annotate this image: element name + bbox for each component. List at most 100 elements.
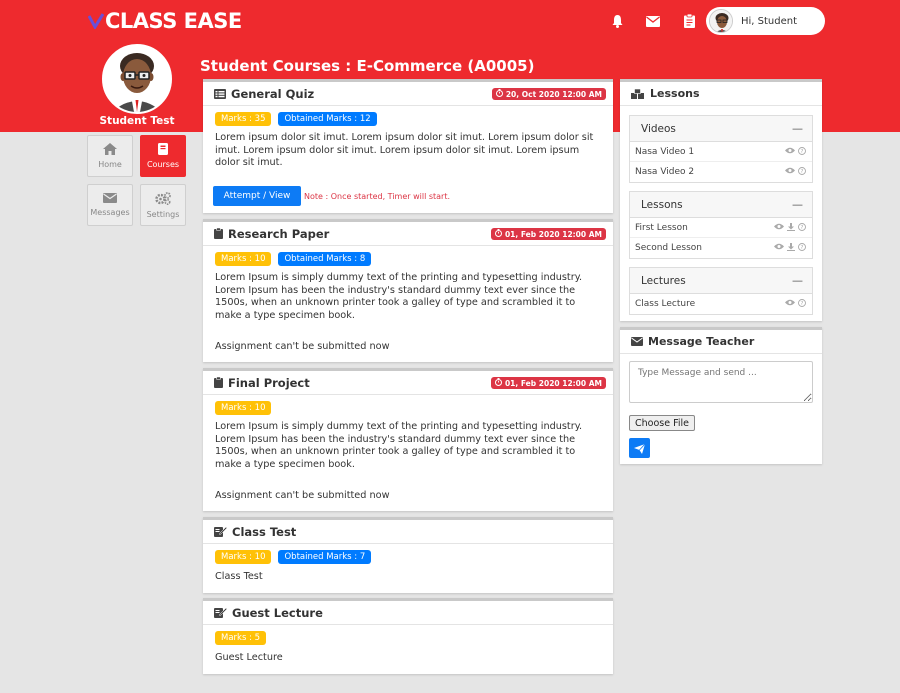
card-header: Final Project 01, Feb 2020 12:00 AM (203, 371, 613, 395)
course-description: Lorem ipsum dolor sit imut. Lorem ipsum … (215, 132, 594, 169)
home-icon (103, 143, 117, 157)
help-icon[interactable]: ? (798, 147, 806, 158)
collapse-icon[interactable]: — (792, 274, 803, 287)
brand-logo[interactable]: CLASS EASE (88, 9, 242, 33)
course-description: Guest Lecture (215, 652, 283, 663)
svg-text:?: ? (801, 225, 804, 231)
course-card-final-project: Final Project 01, Feb 2020 12:00 AM Mark… (203, 368, 613, 511)
clipboard-icon (214, 228, 223, 239)
clipboard-icon[interactable] (680, 12, 698, 30)
collapse-icon[interactable]: — (792, 198, 803, 211)
item-title: Nasa Video 1 (635, 146, 695, 157)
due-date-badge: 01, Feb 2020 12:00 AM (490, 377, 606, 389)
stopwatch-icon (495, 89, 503, 99)
help-icon[interactable]: ? (798, 167, 806, 178)
stopwatch-icon (494, 378, 502, 388)
attempt-view-button[interactable]: Attempt / View (213, 186, 301, 206)
svg-text:?: ? (801, 245, 804, 251)
course-card-class-test: Class Test Marks : 10 Obtained Marks : 7… (203, 517, 613, 593)
course-title: Research Paper (228, 226, 330, 241)
bell-icon[interactable] (608, 12, 626, 30)
submission-status: Assignment can't be submitted now (215, 341, 390, 352)
logo-check-icon (88, 13, 104, 29)
message-panel-title: Message Teacher (648, 335, 755, 348)
course-description: Class Test (215, 571, 263, 582)
obtained-marks-badge: Obtained Marks : 7 (278, 550, 372, 564)
send-button[interactable] (629, 438, 650, 458)
videos-group: Videos — Nasa Video 1 ? Nasa Video 2 ? (629, 115, 813, 183)
course-title: Guest Lecture (232, 605, 323, 620)
due-date-badge: 01, Feb 2020 12:00 AM (490, 228, 606, 240)
due-date: 01, Feb 2020 12:00 AM (504, 229, 602, 239)
group-title: Lectures (641, 274, 686, 287)
paper-plane-icon (634, 439, 646, 458)
user-menu[interactable]: Hi, Student (706, 7, 825, 35)
nav-settings[interactable]: Settings (140, 184, 186, 226)
item-title: Class Lecture (635, 299, 696, 309)
nav-messages[interactable]: Messages (87, 184, 133, 226)
group-title: Lessons (641, 198, 683, 211)
brand-name: CLASS EASE (105, 9, 242, 33)
course-title: Class Test (232, 524, 297, 539)
card-header: Guest Lecture (203, 601, 613, 625)
profile-name: Student Test (99, 115, 175, 127)
svg-text:?: ? (801, 301, 804, 307)
envelope-icon[interactable] (644, 12, 662, 30)
list-item[interactable]: First Lesson ? (630, 218, 812, 238)
lessons-panel-header: Lessons (620, 82, 822, 106)
help-icon[interactable]: ? (798, 299, 806, 310)
help-icon[interactable]: ? (798, 243, 806, 254)
svg-text:?: ? (801, 169, 804, 175)
course-title: Final Project (228, 375, 310, 390)
lectures-group: Lectures — Class Lecture ? (629, 267, 813, 315)
list-item[interactable]: Class Lecture ? (630, 294, 812, 314)
list-item[interactable]: Nasa Video 1 ? (630, 142, 812, 162)
nav-home-label: Home (98, 160, 122, 169)
lessons-group-header[interactable]: Lessons — (630, 192, 812, 218)
collapse-icon[interactable]: — (792, 122, 803, 135)
nav-settings-label: Settings (146, 209, 180, 219)
course-title: General Quiz (231, 86, 315, 101)
list-item[interactable]: Nasa Video 2 ? (630, 162, 812, 182)
nav-courses-label: Courses (146, 160, 180, 169)
lectures-group-header[interactable]: Lectures — (630, 268, 812, 294)
card-header: General Quiz 20, Oct 2020 12:00 AM (203, 82, 613, 106)
download-icon[interactable] (787, 223, 795, 234)
course-description: Lorem Ipsum is simply dummy text of the … (215, 421, 583, 470)
choose-file-button[interactable]: Choose File (629, 415, 695, 431)
envelope-icon (631, 337, 643, 346)
gears-icon (155, 191, 171, 207)
videos-group-header[interactable]: Videos — (630, 116, 812, 142)
message-panel-header: Message Teacher (620, 330, 822, 354)
due-date-badge: 20, Oct 2020 12:00 AM (491, 88, 606, 100)
nav-home[interactable]: Home (87, 135, 133, 177)
download-icon[interactable] (787, 243, 795, 254)
help-icon[interactable]: ? (798, 223, 806, 234)
item-title: First Lesson (635, 222, 688, 233)
message-teacher-panel: Message Teacher Choose File (620, 327, 822, 464)
cubes-icon (631, 88, 645, 99)
page-title: Student Courses : E-Commerce (A0005) (200, 57, 535, 75)
card-header: Class Test (203, 520, 613, 544)
eye-icon[interactable] (785, 299, 795, 310)
lessons-panel-title: Lessons (650, 87, 700, 100)
edit-icon (214, 607, 227, 618)
message-input[interactable] (629, 361, 813, 403)
marks-badge: Marks : 10 (215, 401, 272, 415)
envelope-icon (103, 193, 117, 205)
lessons-group: Lessons — First Lesson ? Second Lesson ? (629, 191, 813, 259)
eye-icon[interactable] (774, 223, 784, 234)
list-item[interactable]: Second Lesson ? (630, 238, 812, 258)
user-greeting: Hi, Student (741, 15, 798, 27)
eye-icon[interactable] (774, 243, 784, 254)
avatar (709, 9, 733, 33)
lessons-panel: Lessons Videos — Nasa Video 1 ? Nasa Vid… (620, 79, 822, 321)
marks-badge: Marks : 5 (215, 631, 267, 645)
nav-courses[interactable]: Courses (140, 135, 186, 177)
list-icon (214, 88, 226, 99)
item-title: Nasa Video 2 (635, 167, 695, 177)
eye-icon[interactable] (785, 167, 795, 178)
eye-icon[interactable] (785, 147, 795, 158)
book-icon (158, 143, 168, 157)
nav-messages-label: Messages (90, 208, 130, 217)
